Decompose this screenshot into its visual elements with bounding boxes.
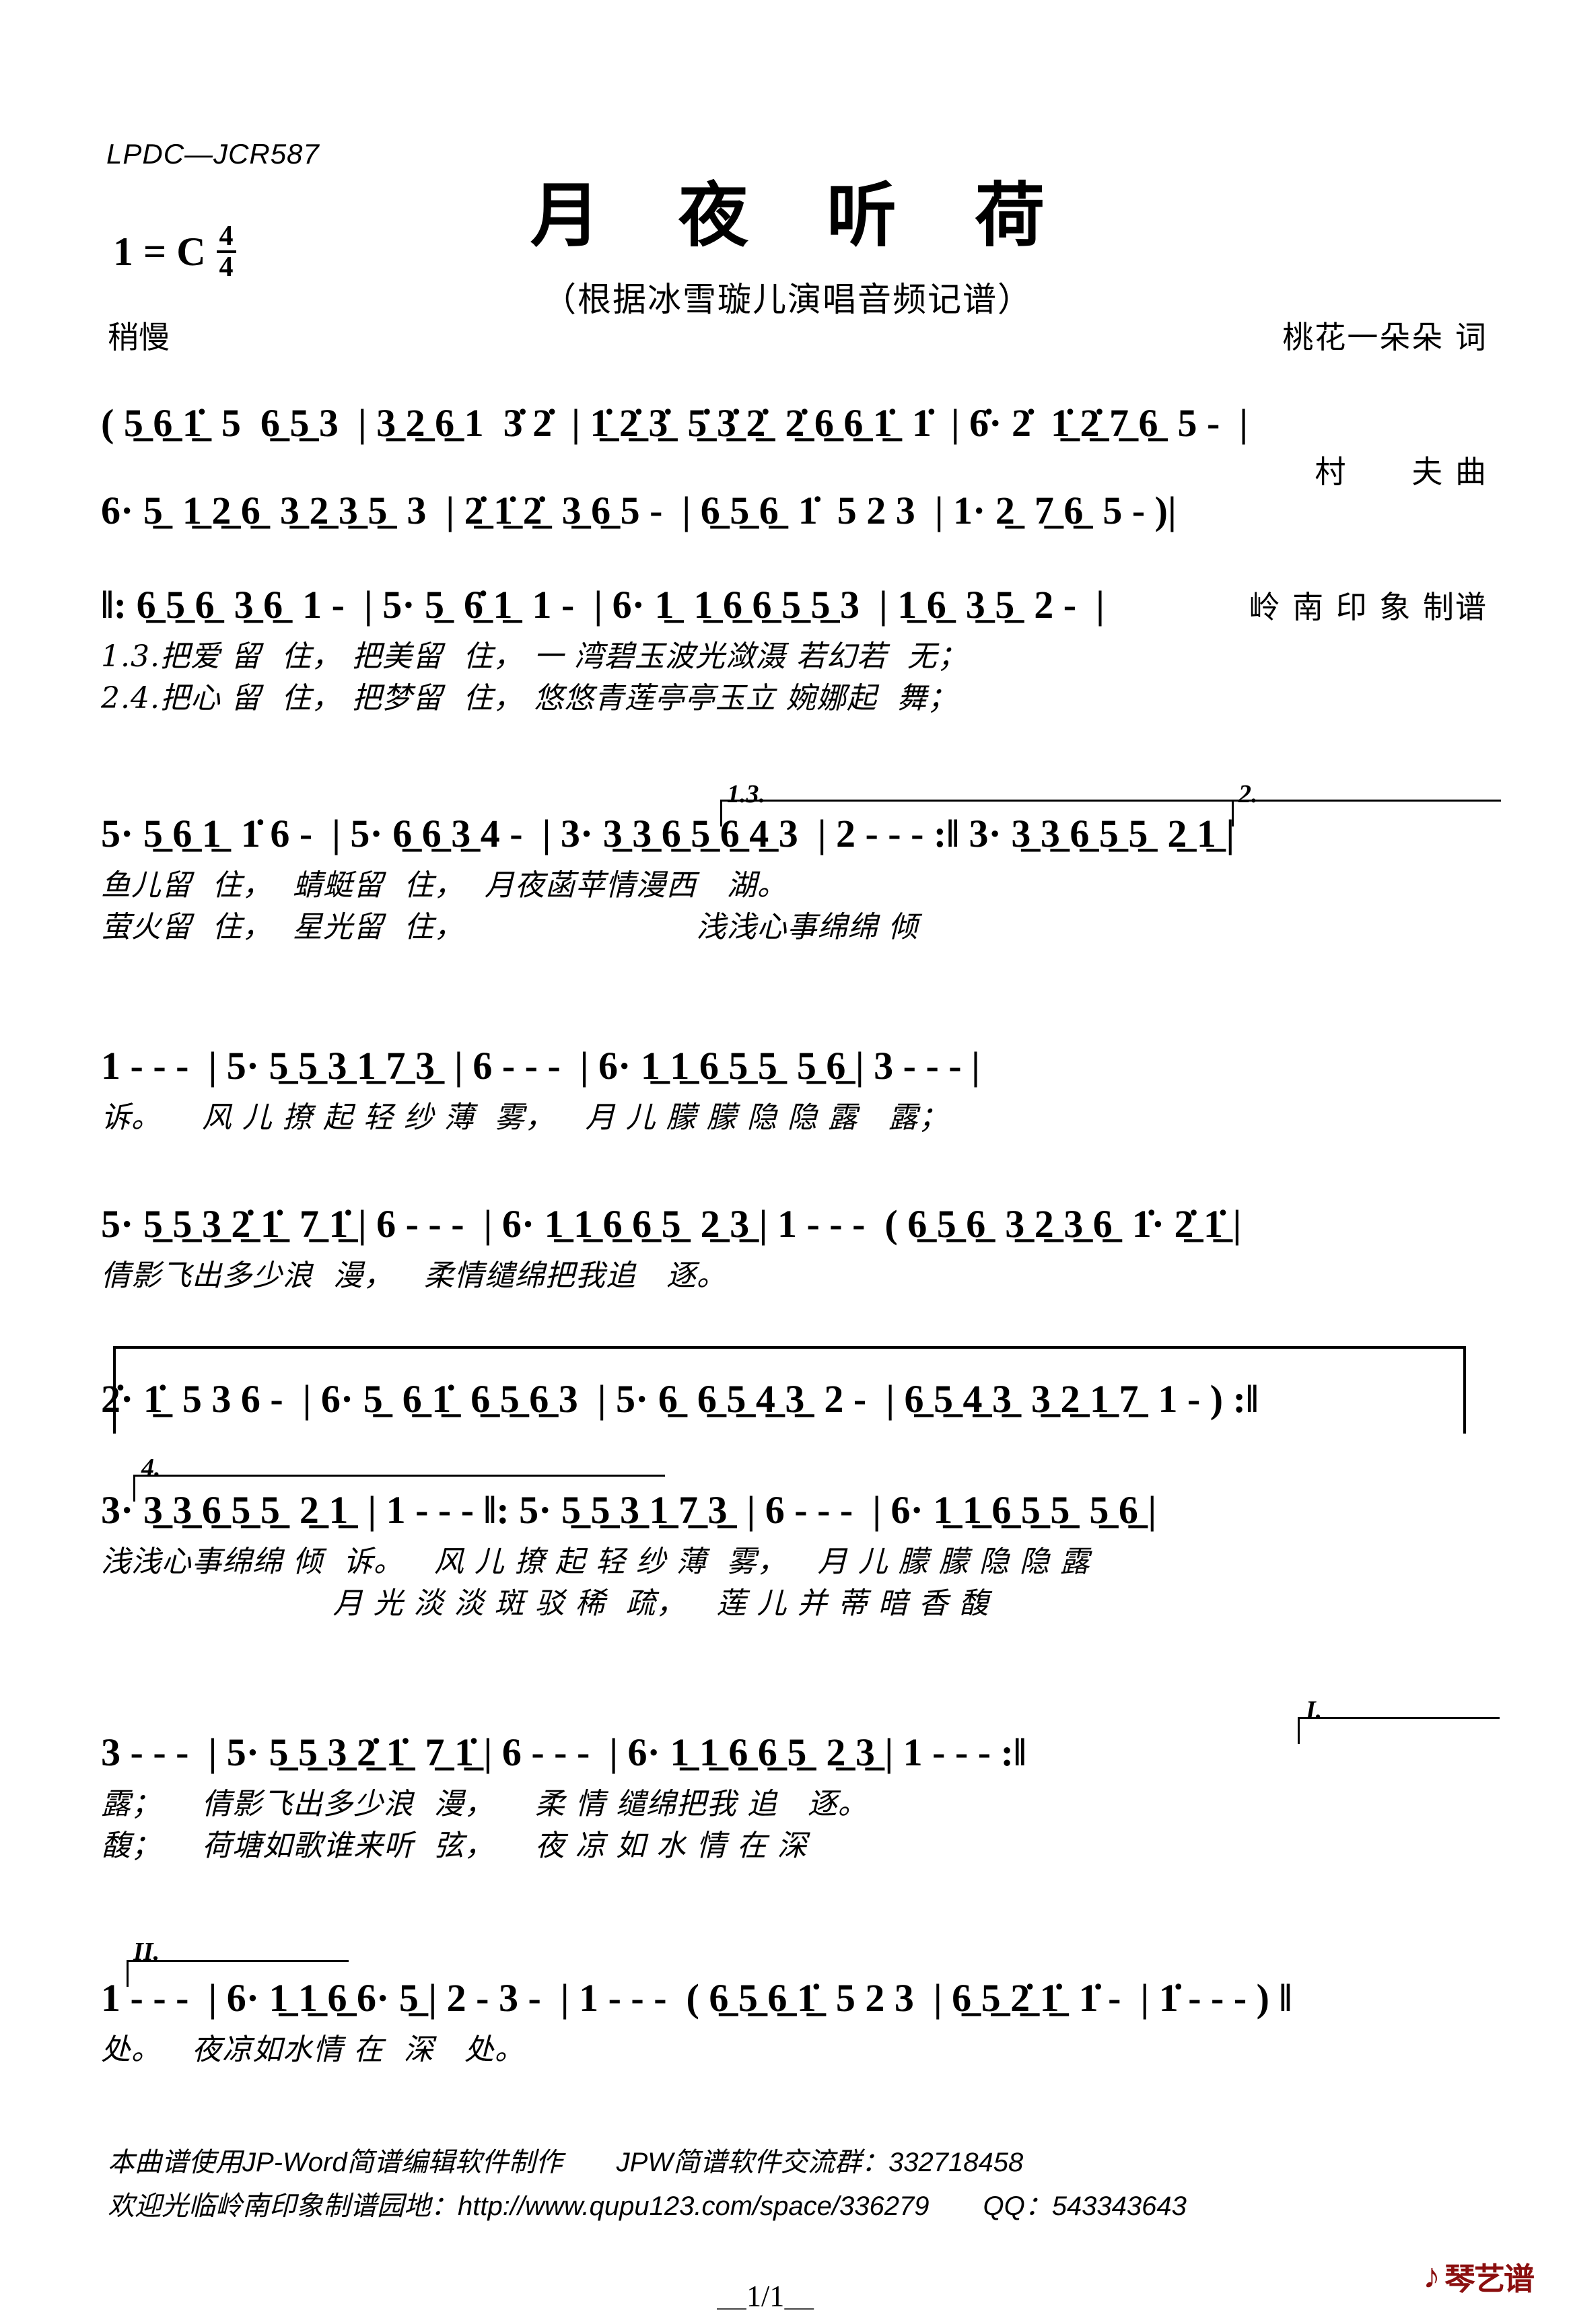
- volta-bracket-1: 1.3.: [727, 780, 765, 808]
- volta-bracket-II: II.: [133, 1938, 160, 1966]
- tempo-marking: 稍慢: [108, 319, 170, 355]
- notation-line: ( 5̲ 6̲ 1̲̇ 5 6̲ 5̲ 3 | 3̲ 2̲ 6̲ 1 3̇ 2̇…: [101, 401, 1249, 445]
- credit-lyricist: 桃花一朵朵 词: [1282, 319, 1488, 356]
- score-row-7: 2̇· 1̲̇ 5 3 6 - | 6· 5̲ 6̲ 1̲̇ 6̲ 5̲ 6̲ …: [101, 1380, 1474, 1419]
- lyric-line: 露； 倩影飞出多少浪 漫， 柔 情 缱绵把我 追 逐。: [101, 1787, 868, 1821]
- volta-rule: [1232, 800, 1501, 802]
- key-signature: 1 = C 4 4: [113, 222, 236, 281]
- score-row-3: ‖: 6̲ 5̲ 6̲ 3̲ 6̲ 1 - | 5· 5̲ 6̲̇ 1̲ 1 -…: [101, 586, 1474, 713]
- score-row-9: I. 3 - - - | 5· 5̲ 5̲ 3̲ 2̲̇ 1̲̇ 7̲ 1̲̇ …: [101, 1696, 1500, 1863]
- score-row-10: II. 1 - - - | 6· 1̲ 1̲ 6̲ 6· 5̲ | 2 - 3 …: [101, 1938, 1474, 2067]
- lyric-line: 萤火留 住， 星光留 住， 浅浅心事绵绵 倾: [101, 910, 919, 944]
- score-row-5: 1 - - - | 5· 5̲ 5̲ 3̲ 1̲ 7̲ 3̲ | 6 - - -…: [101, 1047, 1474, 1133]
- score-row-2: 6· 5̲ 1̲ 2̲ 6̲ 3̲ 2̲ 3̲ 5̲ 3 | 2̲̇ 1̲̇ 2…: [101, 491, 1474, 530]
- notation-line: 3 - - - | 5· 5̲ 5̲ 3̲ 2̲̇ 1̲̇ 7̲ 1̲̇ | 6…: [101, 1730, 1026, 1774]
- notation-line: 1 - - - | 5· 5̲ 5̲ 3̲ 1̲ 7̲ 3̲ | 6 - - -…: [101, 1044, 980, 1088]
- volta-bracket-4: 4.: [141, 1454, 161, 1482]
- volta-tick: [133, 1475, 135, 1502]
- score-row-1: ( 5̲ 6̲ 1̲̇ 5 6̲ 5̲ 3 | 3̲ 2̲ 6̲ 1 3̇ 2̇…: [101, 404, 1474, 443]
- volta-rule: [1298, 1717, 1500, 1719]
- volta-tick: [720, 800, 722, 826]
- time-signature-denominator: 4: [216, 250, 236, 281]
- time-signature: 4 4: [216, 221, 236, 281]
- volta-tick: [1298, 1717, 1300, 1744]
- notation-line: 1 - - - | 6· 1̲ 1̲ 6̲ 6· 5̲ | 2 - 3 - | …: [101, 1976, 1292, 2020]
- score-row-4: 1.3. 2. 5· 5̲ 6̲ 1̲ 1̇ 6 - | 5· 6̲ 6̲ 3̲…: [101, 780, 1501, 944]
- lyric-line: 浅浅心事绵绵 倾 诉。 风 儿 撩 起 轻 纱 薄 雾， 月 儿 朦 朦 隐 隐…: [101, 1545, 1090, 1579]
- lyric-line: 月 光 淡 淡 斑 驳 稀 疏， 莲 儿 并 蒂 暗 香 馥: [101, 1586, 989, 1621]
- logo-text: 琴艺谱: [1444, 2261, 1535, 2297]
- notation-line: 6· 5̲ 1̲ 2̲ 6̲ 3̲ 2̲ 3̲ 5̲ 3 | 2̲̇ 1̲̇ 2…: [101, 489, 1177, 532]
- key-label: 1 = C: [113, 229, 206, 274]
- lyric-line: 鱼儿留 住， 蜻蜓留 住， 月夜菡苹情漫西 湖。: [101, 868, 788, 903]
- notation-line: 5· 5̲ 5̲ 3̲ 2̲̇ 1̲̇ 7̲ 1̲̇ | 6 - - - | 6…: [101, 1202, 1242, 1246]
- volta-bracket-2: 2.: [1238, 780, 1258, 808]
- footer-line-2: 欢迎光临岭南印象制谱园地：http://www.qupu123.com/spac…: [108, 2191, 1187, 2221]
- site-logo[interactable]: ♪ 琴艺谱: [1423, 2255, 1535, 2299]
- footer-line-1: 本曲谱使用JP-Word简谱编辑软件制作 JPW简谱软件交流群：33271845…: [108, 2148, 1024, 2177]
- page-number: ＿1/1＿: [717, 2280, 814, 2313]
- lyric-line: 倩影飞出多少浪 漫， 柔情缱绵把我追 逐。: [101, 1259, 727, 1293]
- lyric-line: 处。 夜凉如水情 在 深 处。: [101, 2033, 525, 2067]
- volta-rule: [133, 1475, 665, 1477]
- music-note-icon: ♪: [1423, 2257, 1440, 2296]
- volta-bracket-I: I.: [1306, 1696, 1323, 1724]
- notation-line: 2̇· 1̲̇ 5 3 6 - | 6· 5̲ 6̲ 1̲̇ 6̲ 5̲ 6̲ …: [101, 1377, 1259, 1421]
- volta-rule: [720, 800, 1232, 802]
- notation-line: 3· 3̲ 3̲ 6̲ 5̲ 5̲ 2̲ 1̲ | 1 - - - ‖: 5· …: [101, 1488, 1157, 1532]
- score-row-6: 5· 5̲ 5̲ 3̲ 2̲̇ 1̲̇ 7̲ 1̲̇ | 6 - - - | 6…: [101, 1205, 1474, 1291]
- notation-line: ‖: 6̲ 5̲ 6̲ 3̲ 6̲ 1 - | 5· 5̲ 6̲̇ 1̲ 1 -…: [101, 583, 1105, 627]
- time-signature-numerator: 4: [219, 221, 234, 252]
- system-divider-top: [113, 1346, 1466, 1349]
- credit-composer: 村 夫 曲: [1315, 454, 1488, 491]
- volta-rule: [127, 1960, 349, 1962]
- lyric-line: 1.3.把爱 留 住， 把美留 住， 一 湾碧玉波光潋滠 若幻若 无；: [101, 639, 968, 674]
- volta-tick: [127, 1960, 129, 1987]
- volta-tick: [1232, 800, 1234, 826]
- lyric-line: 2.4.把心 留 住， 把梦留 住， 悠悠青莲亭亭玉立 婉娜起 舞；: [101, 681, 958, 715]
- lyric-line: 馥； 荷塘如歌谁来听 弦， 夜 凉 如 水 情 在 深: [101, 1829, 808, 1863]
- notation-line: 5· 5̲ 6̲ 1̲ 1̇ 6 - | 5· 6̲ 6̲ 3̲ 4 - | 3…: [101, 812, 1235, 855]
- sheet-music-page: LPDC—JCR587 月 夜 听 荷 （根据冰雪璇儿演唱音频记谱） 1 = C…: [0, 0, 1575, 2324]
- lyric-line: 诉。 风 儿 撩 起 轻 纱 薄 雾， 月 儿 朦 朦 隐 隐 露 露；: [101, 1100, 949, 1135]
- score-row-8: 4. 3· 3̲ 3̲ 6̲ 5̲ 5̲ 2̲ 1̲ | 1 - - - ‖: …: [101, 1454, 1474, 1621]
